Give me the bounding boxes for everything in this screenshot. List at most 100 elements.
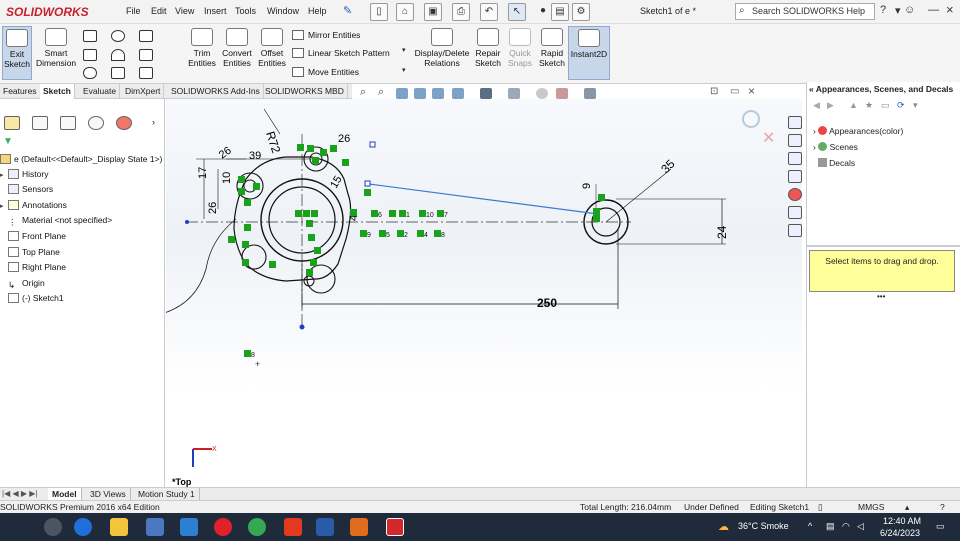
tree-item-front-plane[interactable]: Front Plane [0,231,66,241]
move-dropdown-icon[interactable]: ▾ [402,66,406,74]
menu-tools[interactable]: Tools [235,6,256,16]
relation-marker[interactable] [364,189,371,196]
menu-view[interactable]: View [175,6,194,16]
relation-marker[interactable] [308,234,315,241]
view-settings-icon[interactable] [584,88,596,99]
relation-marker[interactable] [244,199,251,206]
relation-marker[interactable] [320,149,327,156]
sketch-line-active[interactable] [368,183,599,215]
scroll-first-icon[interactable]: |◀ ◀ ▶ ▶| [2,489,37,498]
relation-marker[interactable] [311,210,318,217]
add-folder-icon[interactable]: ▭ [881,100,890,111]
zoom-area-icon[interactable]: ⌕ [378,86,390,98]
close-icon[interactable]: × [946,2,954,17]
select-pointer-icon[interactable]: ↖ [508,3,526,21]
status-rebuild-icon[interactable]: ▯ [818,501,823,513]
circle-tool-icon[interactable] [111,30,125,42]
relation-marker[interactable] [314,247,321,254]
rapid-sketch-button[interactable]: Rapid Sketch [537,26,567,80]
relation-marker[interactable] [307,145,314,152]
dim-diameter-35[interactable]: 35 [658,157,678,177]
feature-manager-tab-icon[interactable] [4,116,20,130]
relation-markers[interactable] [228,144,605,357]
cancel-corner-icon[interactable]: ✕ [762,130,775,147]
tree-item-annotations[interactable]: ▸ Annotations [0,200,67,210]
tree-item-right-plane[interactable]: Right Plane [0,262,66,272]
appearances-item[interactable]: › Appearances(color) [813,126,903,136]
tree-root[interactable]: e (Default<<Default>_Display State 1>) [0,154,162,164]
relation-marker[interactable] [312,157,319,164]
notifications-icon[interactable]: ▭ [936,521,945,532]
scenes-item[interactable]: › Scenes [813,142,858,152]
tree-item-top-plane[interactable]: Top Plane [0,247,60,257]
search-icon[interactable] [44,518,62,536]
new-document-icon[interactable]: ▯ [370,3,388,21]
zoom-to-fit-icon[interactable]: ⌕ [360,86,372,98]
rectangle-tool-icon[interactable] [83,49,97,61]
relation-marker[interactable] [244,350,251,357]
appearances-tab-icon[interactable] [788,188,802,201]
relation-marker[interactable] [295,210,302,217]
repair-sketch-button[interactable]: Repair Sketch [472,26,504,80]
back-icon[interactable]: ◀ [813,100,820,111]
minimize-icon[interactable]: — [928,4,939,16]
tree-item-sketch1[interactable]: (-) Sketch1 [0,293,64,303]
relation-marker[interactable] [379,230,386,237]
tab-dimxpert[interactable]: DimXpert [122,84,165,99]
convert-entities-button[interactable]: Convert Entities [220,26,254,80]
section-view-icon[interactable] [414,88,426,99]
relation-marker[interactable] [399,210,406,217]
splitter-grip[interactable]: ••• [877,292,885,301]
display-style-icon[interactable] [480,88,492,99]
trim-entities-button[interactable]: Trim Entities [186,26,218,80]
tray-overflow-icon[interactable]: ^ [808,521,812,531]
refresh-icon[interactable]: ⟳ [897,100,905,111]
units-selector[interactable]: MMGS [858,501,884,513]
decals-item[interactable]: Decals [813,158,855,168]
favorites-icon[interactable]: ★ [865,100,873,111]
relation-marker[interactable] [350,209,357,216]
help-question-icon[interactable]: ? [880,4,886,16]
store-icon[interactable] [146,518,164,536]
display-manager-tab-icon[interactable] [116,116,132,130]
tab-mbd[interactable]: SOLIDWORKS MBD [262,84,348,99]
relation-marker[interactable] [397,230,404,237]
menu-window[interactable]: Window [267,6,299,16]
pattern-dropdown-icon[interactable]: ▾ [402,46,406,54]
word-icon[interactable] [316,518,334,536]
large-arc[interactable] [166,218,237,314]
polygon-tool-icon[interactable] [139,49,153,61]
close-viewport-icon[interactable]: × [748,84,755,98]
undo-icon[interactable]: ↶ [480,3,498,21]
exit-sketch-button[interactable]: Exit Sketch [2,26,32,80]
relation-marker[interactable] [306,220,313,227]
quick-snaps-button[interactable]: Quick Snaps [506,26,534,80]
print-icon[interactable]: ⎙ [452,3,470,21]
wifi-icon[interactable]: ◠ [842,521,850,532]
relation-marker[interactable] [419,210,426,217]
volume-icon[interactable]: ◁ [857,521,864,532]
help-dropdown-icon[interactable]: ▾ [895,4,901,17]
tree-item-history[interactable]: ▸ History [0,169,48,179]
options-gear-icon[interactable]: ⚙ [572,3,590,21]
centerline-endpoint[interactable] [185,220,189,224]
opera-icon[interactable] [214,518,232,536]
rebuild-icon[interactable]: ● [534,3,552,21]
tab-sketch[interactable]: Sketch [40,84,75,99]
spline-tool-icon[interactable] [139,30,153,42]
relation-marker[interactable] [598,194,605,201]
dim-diameter-24[interactable]: 24 [715,225,729,239]
linear-pattern-button[interactable]: Linear Sketch Pattern [292,48,390,58]
menu-file[interactable]: File [126,6,141,16]
configuration-manager-tab-icon[interactable] [60,116,76,130]
solidworks-taskbar-icon[interactable] [386,518,404,536]
line-endpoint[interactable] [364,180,371,187]
file-explorer-icon[interactable] [110,518,128,536]
smart-dimension-button[interactable]: Smart Dimension [36,26,76,80]
resources-icon[interactable] [788,134,802,147]
relation-marker[interactable] [389,210,396,217]
chrome-icon[interactable] [248,518,266,536]
tree-item-sensors[interactable]: Sensors [0,184,53,194]
property-manager-tab-icon[interactable] [32,116,48,130]
previous-view-icon[interactable] [396,88,408,99]
